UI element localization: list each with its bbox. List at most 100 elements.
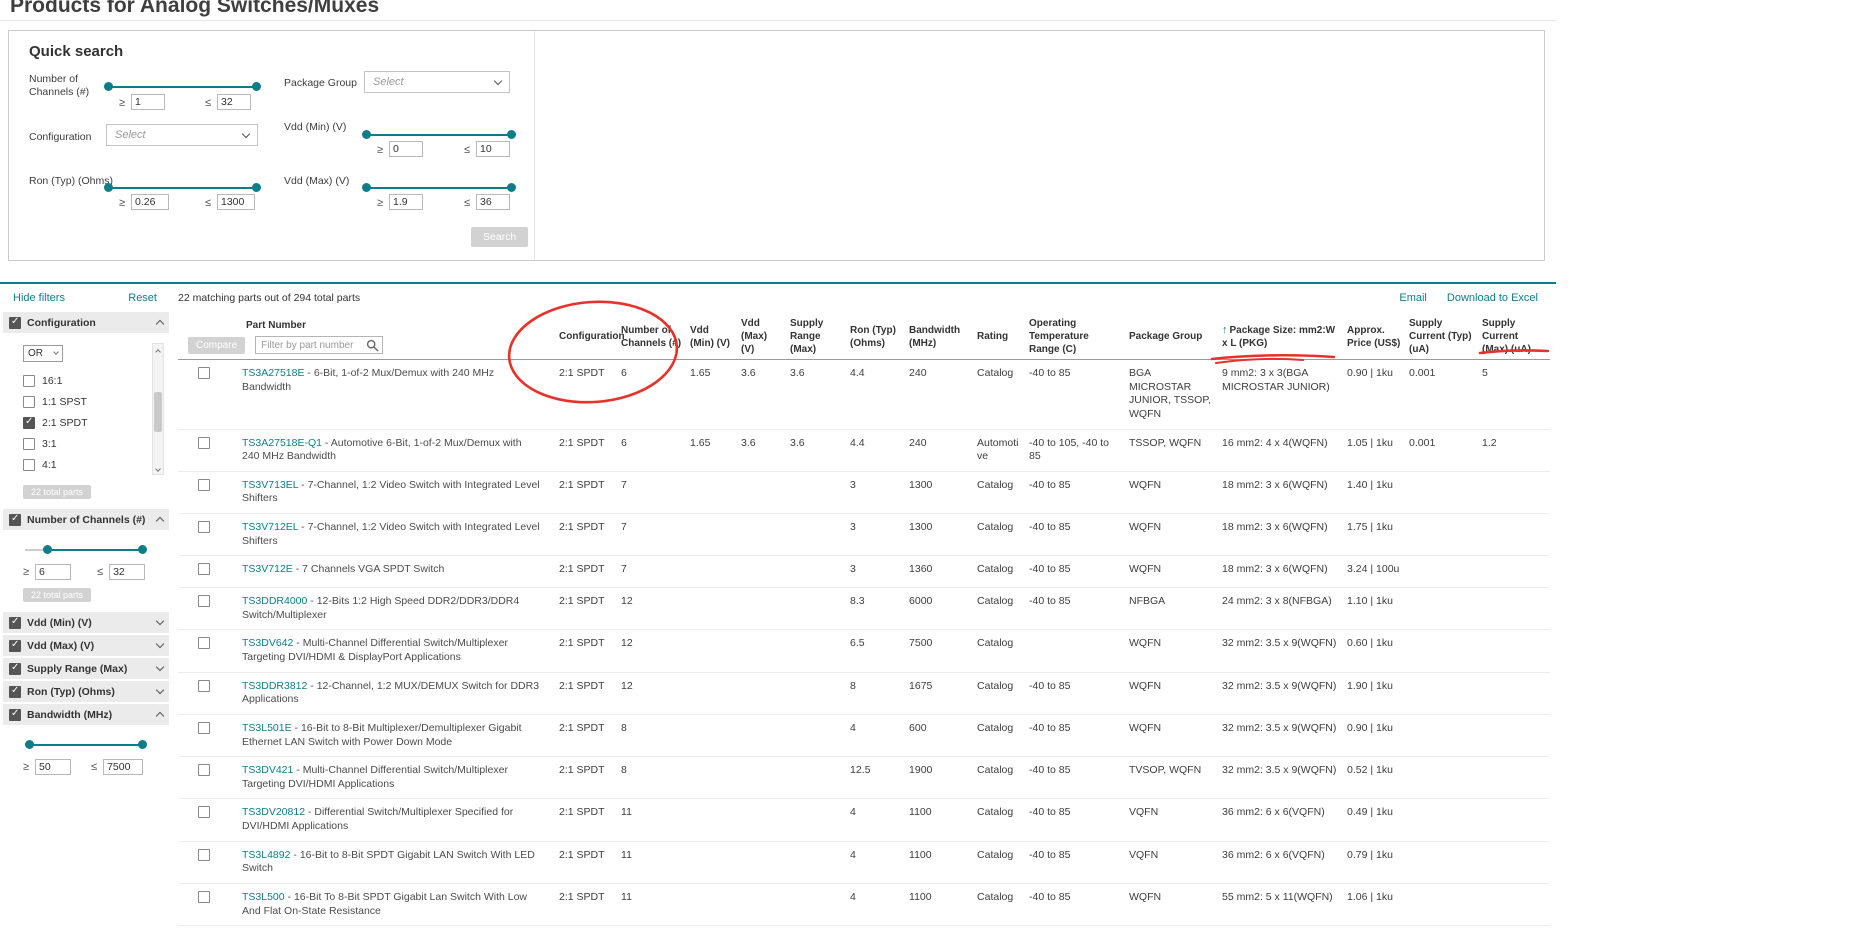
scroll-down-icon[interactable]	[155, 466, 161, 472]
channels-min-input[interactable]	[131, 94, 165, 110]
filter-checkbox[interactable]	[9, 685, 21, 698]
row-checkbox[interactable]	[198, 848, 210, 861]
part-number-link[interactable]: TS3DV20812	[242, 806, 305, 818]
apply-filter-button[interactable]: 22 total parts	[23, 485, 92, 499]
row-checkbox[interactable]	[198, 891, 210, 904]
column-header-supply-range-max[interactable]: Supply Range (Max)	[786, 314, 847, 360]
sort-ascending-icon[interactable]	[1222, 325, 1228, 336]
filter-checkbox[interactable]	[9, 662, 21, 675]
part-number-link[interactable]: TS3DV421	[242, 764, 293, 776]
column-header-configuration[interactable]: Configuration	[555, 314, 625, 360]
slider-handle-min[interactable]	[362, 183, 371, 192]
filter-option[interactable]: 1:1 SPST	[23, 391, 141, 412]
apply-filter-button[interactable]: 22 total parts	[23, 588, 92, 602]
column-header-vdd-min[interactable]: Vdd (Min) (V)	[686, 314, 738, 360]
part-number-link[interactable]: TS3A27518E-Q1	[242, 437, 322, 449]
ron-max-input[interactable]	[217, 194, 255, 210]
vdd-min-min-input[interactable]	[389, 141, 423, 157]
channels-filter-min-input[interactable]	[35, 564, 72, 580]
slider-handle-min[interactable]	[104, 183, 113, 192]
column-header-rating[interactable]: Rating	[973, 314, 1026, 360]
option-checkbox[interactable]	[23, 374, 35, 387]
slider-handle-min[interactable]	[43, 545, 52, 554]
option-checkbox[interactable]	[23, 437, 35, 450]
filter-option[interactable]: 4:1	[23, 454, 141, 475]
column-header-supply-current-typ[interactable]: Supply Current (Typ) (uA)	[1405, 314, 1479, 360]
channels-filter-max-input[interactable]	[109, 564, 146, 580]
row-checkbox[interactable]	[198, 595, 210, 608]
row-checkbox[interactable]	[198, 764, 210, 777]
package-group-select[interactable]: Select	[364, 71, 510, 93]
reset-filters-link[interactable]: Reset	[128, 292, 157, 304]
column-header-package-group[interactable]: Package Group	[1125, 314, 1219, 360]
row-checkbox[interactable]	[198, 367, 210, 379]
row-checkbox[interactable]	[198, 521, 210, 534]
option-checkbox[interactable]	[23, 458, 35, 471]
filter-option[interactable]: 16:1	[23, 370, 141, 391]
scrollbar[interactable]	[152, 343, 164, 475]
row-checkbox[interactable]	[198, 563, 210, 576]
filter-section-header[interactable]: Vdd (Min) (V)	[3, 612, 169, 633]
part-number-link[interactable]: TS3V713EL	[242, 479, 298, 491]
bandwidth-filter-max-input[interactable]	[103, 759, 144, 775]
column-header-bandwidth[interactable]: Bandwidth (MHz)	[905, 314, 974, 360]
ron-min-input[interactable]	[131, 194, 169, 210]
search-button[interactable]: Search	[471, 227, 529, 247]
part-number-link[interactable]: TS3A27518E	[242, 367, 304, 379]
filter-section-header[interactable]: Vdd (Max) (V)	[3, 635, 169, 656]
filter-section-header[interactable]: Ron (Typ) (Ohms)	[3, 681, 169, 702]
part-number-link[interactable]: TS3L501E	[242, 722, 292, 734]
column-header-number-of-channels[interactable]: Number of Channels (#)	[617, 314, 687, 360]
row-checkbox[interactable]	[198, 637, 210, 650]
part-filter-input[interactable]	[255, 336, 384, 354]
search-icon[interactable]	[366, 339, 379, 352]
download-to-excel-link[interactable]: Download to Excel	[1447, 292, 1538, 304]
filter-option[interactable]: 2:1 SPDT	[23, 412, 141, 433]
filter-operator-select[interactable]: OR	[23, 345, 63, 362]
slider-handle-max[interactable]	[507, 130, 516, 139]
part-number-link[interactable]: TS3DV642	[242, 637, 293, 649]
row-checkbox[interactable]	[198, 806, 210, 819]
vdd-min-max-input[interactable]	[476, 141, 510, 157]
vdd-max-min-input[interactable]	[389, 194, 423, 210]
filter-section-header[interactable]: Bandwidth (MHz)	[3, 704, 169, 725]
slider-handle-max[interactable]	[507, 183, 516, 192]
slider-handle-min[interactable]	[362, 130, 371, 139]
filter-section-header[interactable]: Number of Channels (#)	[3, 509, 169, 530]
filter-checkbox[interactable]	[9, 616, 21, 629]
row-checkbox[interactable]	[198, 436, 210, 449]
slider-handle-min[interactable]	[25, 740, 34, 749]
part-number-link[interactable]: TS3L4892	[242, 849, 290, 861]
compare-button[interactable]: Compare	[188, 336, 246, 354]
row-checkbox[interactable]	[198, 478, 210, 491]
filter-checkbox[interactable]	[9, 316, 21, 329]
option-checkbox[interactable]	[23, 395, 35, 408]
slider-handle-max[interactable]	[138, 545, 147, 554]
part-number-link[interactable]: TS3L500	[242, 891, 285, 903]
part-number-link[interactable]: TS3DDR3812	[242, 680, 307, 692]
column-header-supply-current-max[interactable]: Supply Current (Max) (uA)	[1478, 314, 1551, 360]
part-number-link[interactable]: TS3V712EL	[242, 521, 298, 533]
filter-section-header[interactable]: Supply Range (Max)	[3, 658, 169, 679]
column-header-approx-price[interactable]: Approx. Price (US$)	[1343, 314, 1406, 360]
filter-option[interactable]: 3:1	[23, 433, 141, 454]
filter-checkbox[interactable]	[9, 639, 21, 652]
slider-handle-min[interactable]	[104, 82, 113, 91]
slider-handle-max[interactable]	[252, 82, 261, 91]
slider-handle-max[interactable]	[252, 183, 261, 192]
row-checkbox[interactable]	[198, 721, 210, 734]
column-header-ron-typ[interactable]: Ron (Typ) (Ohms)	[846, 314, 906, 360]
channels-max-input[interactable]	[217, 94, 251, 110]
column-header-package-size[interactable]: Package Size: mm2:W x L (PKG)	[1218, 314, 1344, 360]
filter-section-header[interactable]: Configuration	[3, 312, 169, 333]
scroll-up-icon[interactable]	[155, 349, 161, 355]
row-checkbox[interactable]	[198, 679, 210, 692]
column-header-operating-temperature-range[interactable]: Operating Temperature Range (C)	[1025, 314, 1126, 360]
scrollbar-thumb[interactable]	[154, 392, 162, 432]
slider-handle-max[interactable]	[138, 740, 147, 749]
hide-filters-link[interactable]: Hide filters	[13, 292, 65, 304]
bandwidth-filter-min-input[interactable]	[35, 759, 72, 775]
part-number-link[interactable]: TS3V712E	[242, 563, 293, 575]
vdd-max-max-input[interactable]	[476, 194, 510, 210]
filter-checkbox[interactable]	[9, 708, 21, 721]
